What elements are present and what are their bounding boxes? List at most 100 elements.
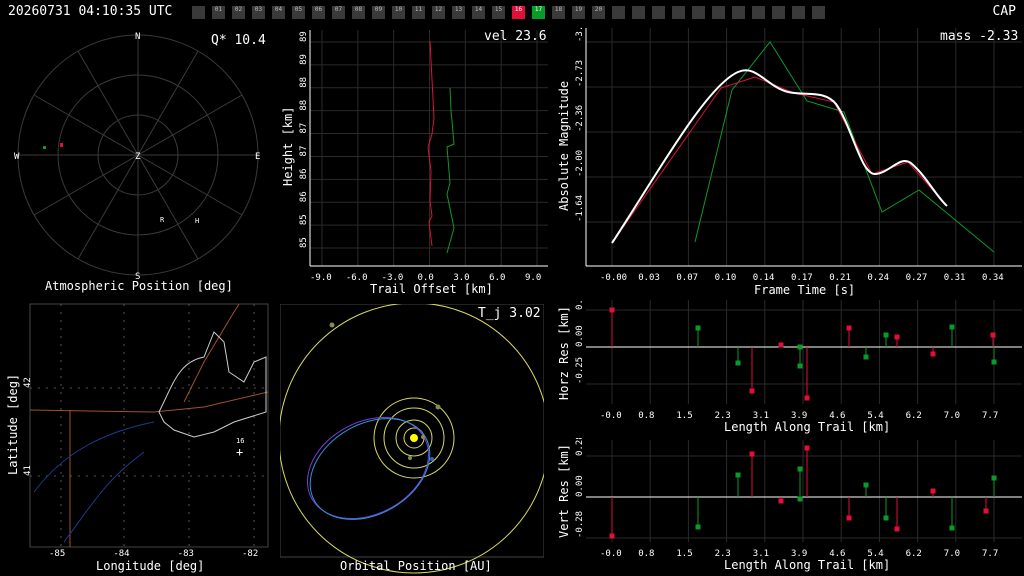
camera-cell: 04: [272, 6, 285, 19]
magnitude-xlabel: Frame Time [s]: [754, 283, 855, 297]
station-marker-label: 16: [236, 437, 244, 445]
residual-point: [797, 466, 803, 472]
y-tick-label: 88: [299, 77, 309, 88]
y-tick-label: 86: [299, 168, 309, 179]
x-tick-label: 0.10: [715, 273, 737, 283]
residual-point: [983, 508, 989, 514]
x-tick-label: 6.2: [906, 549, 922, 559]
x-tick-label: 7.7: [982, 549, 998, 559]
y-tick-label: 89: [299, 31, 309, 42]
x-tick-label: 0.17: [791, 273, 813, 283]
station-marker: +: [236, 445, 243, 459]
atmospheric-position-title: Atmospheric Position [deg]: [45, 279, 233, 293]
station-code: CAP: [992, 4, 1016, 19]
residual-point: [990, 332, 996, 338]
x-tick-label: 7.0: [944, 411, 960, 421]
camera-cell: [652, 6, 665, 19]
y-tick-label: 87: [299, 123, 309, 134]
y-tick-label: -3.09: [575, 26, 585, 42]
residual-point: [749, 388, 755, 394]
y-tick-label: 0.25: [575, 300, 585, 310]
y-tick-label: -2.00: [575, 150, 585, 177]
x-tick-label: 0.07: [676, 273, 698, 283]
marker-h: H: [195, 217, 199, 225]
residual-point: [695, 524, 701, 530]
x-tick-label: -9.0: [310, 273, 332, 283]
x-tick-label: 0.8: [638, 411, 654, 421]
camera-cell: 14: [472, 6, 485, 19]
x-tick-label: 0.31: [944, 273, 966, 283]
compass-w: W: [14, 152, 20, 162]
residual-point: [883, 515, 889, 521]
x-tick-label: 0.34: [982, 273, 1004, 283]
camera-cell: 17: [532, 6, 545, 19]
residual-point: [949, 525, 955, 531]
residual-point: [804, 445, 810, 451]
camera-cell: 20: [592, 6, 605, 19]
camera-cell: [712, 6, 725, 19]
camera-cell: 18: [552, 6, 565, 19]
q-star-value: Q* 10.4: [211, 33, 266, 48]
camera-cell: 12: [432, 6, 445, 19]
residual-point: [804, 395, 810, 401]
camera-cell: 03: [252, 6, 265, 19]
residual-point: [930, 351, 936, 357]
x-tick-label: -6.0: [346, 273, 368, 283]
horz-ylabel: Horz Res [km]: [557, 306, 571, 400]
x-tick-label: 0.21: [829, 273, 851, 283]
camera-cell: [732, 6, 745, 19]
vert-ylabel: Vert Res [km]: [557, 444, 571, 538]
x-tick-label: -82: [242, 549, 258, 559]
x-tick-label: 0.8: [638, 549, 654, 559]
vert-xlabel: Length Along Trail [km]: [724, 558, 890, 572]
x-tick-label: -0.0: [600, 411, 622, 421]
x-tick-label: 7.0: [944, 549, 960, 559]
camera-cell: 08: [352, 6, 365, 19]
camera-cell: 10: [392, 6, 405, 19]
camera-cell: 16: [512, 6, 525, 19]
residual-point: [863, 354, 869, 360]
x-tick-label: 7.7: [982, 411, 998, 421]
orbital-position-plot: T_j 3.02 Orbital Position [AU]: [280, 304, 544, 576]
trail-ylabel: Height [km]: [282, 107, 295, 186]
sun: [410, 434, 418, 442]
y-tick-label: -2.73: [575, 60, 585, 87]
residual-point: [863, 482, 869, 488]
camera-cell: 13: [452, 6, 465, 19]
camera-cell: [772, 6, 785, 19]
y-tick-label: 86: [299, 191, 309, 202]
camera-cell: [672, 6, 685, 19]
residual-point: [735, 472, 741, 478]
y-tick-label: 41: [23, 465, 33, 476]
x-tick-label: 1.5: [676, 411, 692, 421]
y-tick-label: -0.25: [575, 357, 585, 384]
residual-point: [735, 360, 741, 366]
trail-xlabel: Trail Offset [km]: [370, 282, 493, 296]
y-tick-label: 42: [23, 377, 33, 388]
magnitude-plot: mass -2.33 -0.00 0.03 0.07 0.10 0.14 0.17 0.21…: [556, 26, 1022, 298]
residual-point: [778, 342, 784, 348]
compass-n: N: [135, 32, 140, 42]
x-tick-label: -84: [113, 549, 129, 559]
residual-point: [846, 515, 852, 521]
orbit-title: Orbital Position [AU]: [340, 559, 492, 573]
velocity-value: vel 23.6: [484, 29, 547, 44]
camera-cell: [752, 6, 765, 19]
vertical-residual-plot: -0.0 0.8 1.5 2.3 3.1 3.9 4.6 5.4 6.2 7.0 7.70.280.…: [556, 438, 1022, 576]
camera-cell: 09: [372, 6, 385, 19]
horz-xlabel: Length Along Trail [km]: [724, 420, 890, 434]
ground-map-plot: 16 + -85 -84 -83 -82 42 41 Longitude [deg] La…: [4, 302, 276, 576]
x-tick-label: 9.0: [525, 273, 541, 283]
residual-point: [797, 496, 803, 502]
residual-point: [894, 334, 900, 340]
timestamp: 20260731 04:10:35 UTC: [8, 4, 173, 19]
residual-point: [991, 359, 997, 365]
residual-point: [991, 475, 997, 481]
compass-e: E: [255, 152, 260, 162]
y-tick-label: -2.36: [575, 105, 585, 132]
x-tick-label: 0.03: [638, 273, 660, 283]
camera-cell: 19: [572, 6, 585, 19]
camera-cell: [792, 6, 805, 19]
green-track-point: [43, 146, 46, 149]
camera-cell: [192, 6, 205, 19]
